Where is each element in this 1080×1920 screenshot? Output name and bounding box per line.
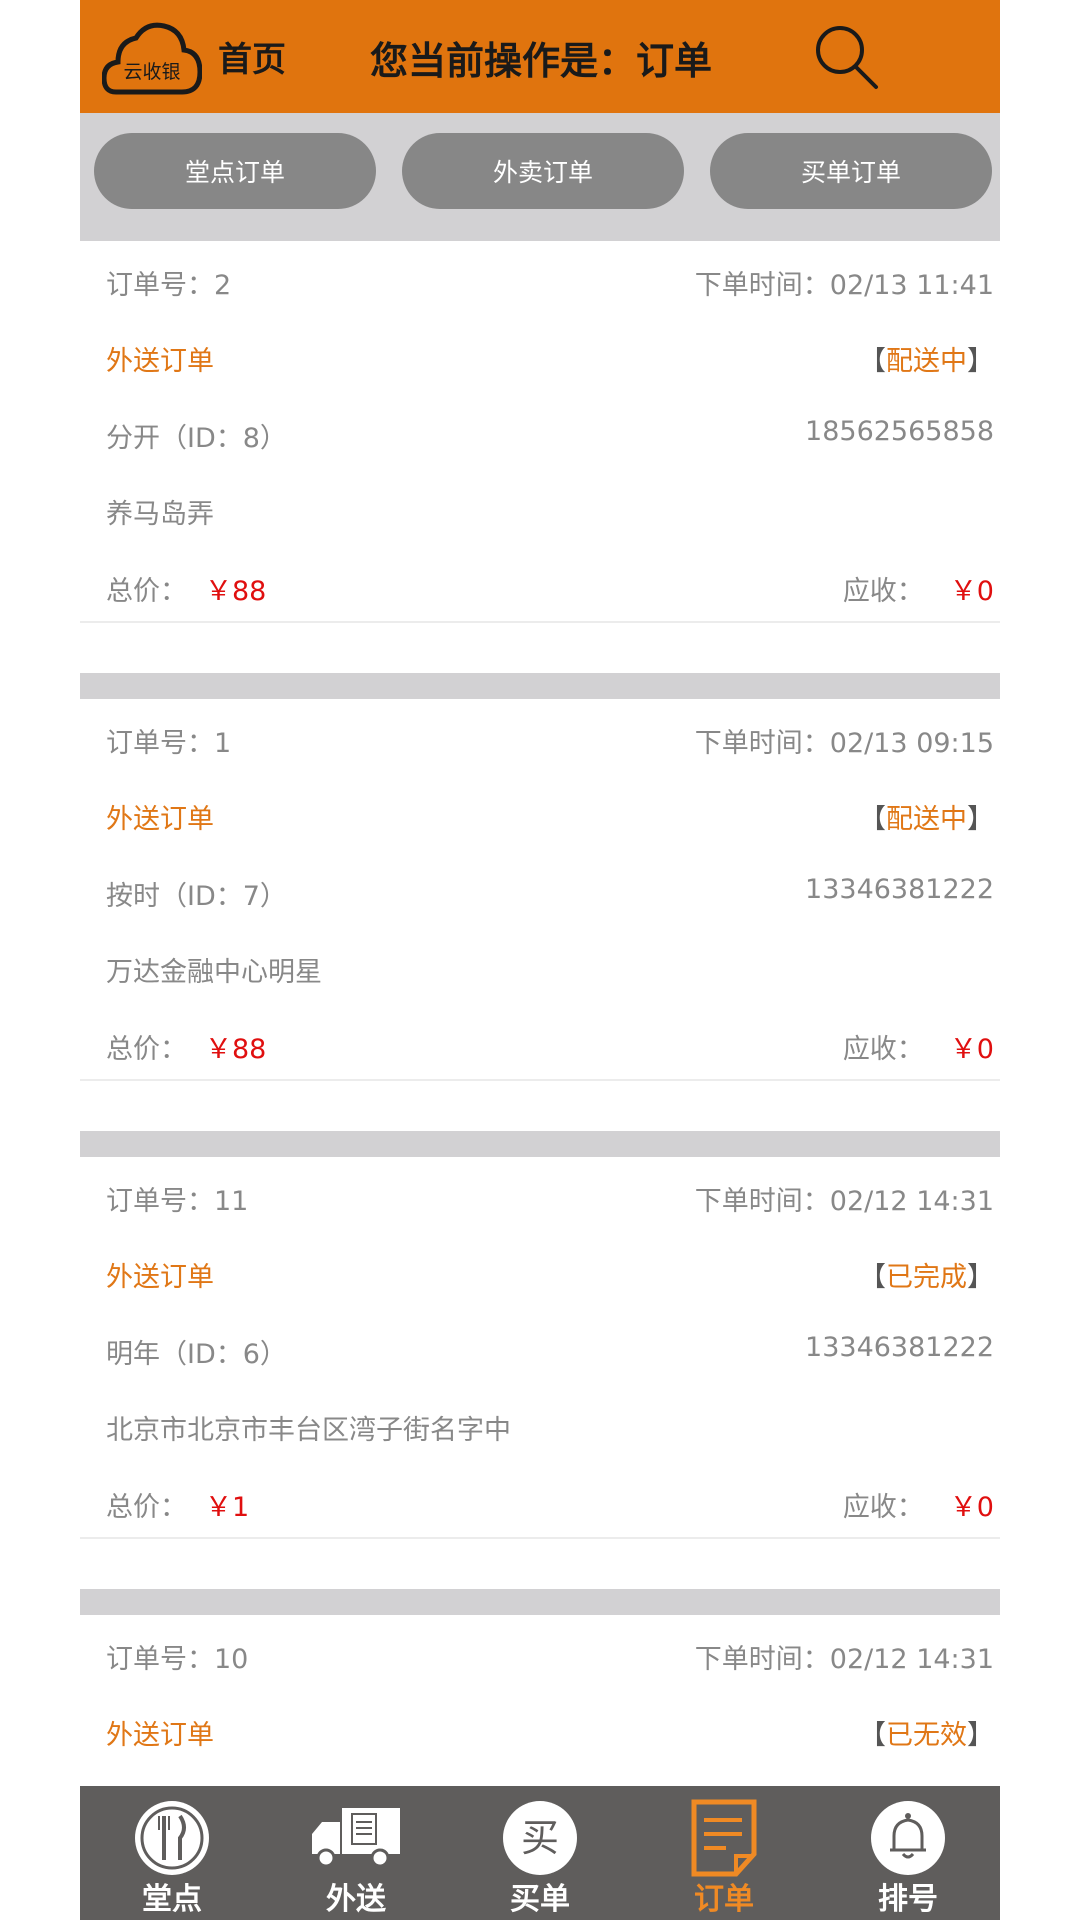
page-title: 您当前操作是：订单 xyxy=(370,39,713,83)
order-card[interactable]: 订单号：11 下单时间：02/12 14:31 外送订单 【已完成】 明年（ID… xyxy=(80,1157,1000,1539)
customer-phone: 18562565858 xyxy=(805,416,994,447)
order-list: 订单号：2 下单时间：02/13 11:41 外送订单 【配送中】 分开（ID：… xyxy=(80,241,1000,1920)
bottom-nav: 堂点 外送 买 买单 订单 排号 xyxy=(80,1786,1000,1920)
customer-phone: 13346381222 xyxy=(805,1332,994,1363)
fork-knife-icon xyxy=(132,1798,212,1878)
status-badge: 【配送中】 xyxy=(859,346,994,377)
order-type: 外送订单 xyxy=(106,1720,214,1751)
delivery-address: 北京市北京市丰台区湾子街名字中 xyxy=(106,1415,511,1446)
tab-takeout-orders[interactable]: 外卖订单 xyxy=(402,133,684,209)
order-card[interactable]: 订单号：1 下单时间：02/13 09:15 外送订单 【配送中】 按时（ID：… xyxy=(80,699,1000,1081)
total-price: 总价： ￥88 xyxy=(106,1034,267,1065)
nav-orders[interactable]: 订单 xyxy=(632,1786,816,1920)
order-type-tabs: 堂点订单 外卖订单 买单订单 xyxy=(80,113,1000,241)
svg-text:买: 买 xyxy=(521,1816,559,1860)
status-badge: 【配送中】 xyxy=(859,804,994,835)
order-number: 订单号：11 xyxy=(106,1186,249,1217)
order-card[interactable]: 订单号：2 下单时间：02/13 11:41 外送订单 【配送中】 分开（ID：… xyxy=(80,241,1000,623)
nav-label: 堂点 xyxy=(142,1882,202,1917)
card-gap xyxy=(80,1081,1000,1131)
search-icon[interactable] xyxy=(810,22,882,94)
delivery-address: 万达金融中心明星 xyxy=(106,957,322,988)
card-gap xyxy=(80,623,1000,673)
page: 云收银 首页 您当前操作是：订单 堂点订单 外卖订单 买单订单 订单号：2 下单… xyxy=(0,0,1080,1920)
nav-buy[interactable]: 买 买单 xyxy=(448,1786,632,1920)
customer-phone: 13346381222 xyxy=(805,874,994,905)
status-badge: 【已无效】 xyxy=(859,1720,994,1751)
buy-icon: 买 xyxy=(500,1798,580,1878)
total-price: 总价： ￥88 xyxy=(106,576,267,607)
order-number: 订单号：2 xyxy=(106,270,232,301)
total-price: 总价： ￥1 xyxy=(106,1492,250,1523)
nav-label: 订单 xyxy=(694,1882,754,1917)
order-time: 下单时间：02/12 14:31 xyxy=(694,1644,994,1675)
card-divider xyxy=(80,1589,1000,1615)
order-number: 订单号：1 xyxy=(106,728,232,759)
nav-label: 排号 xyxy=(878,1882,938,1917)
customer-name: 分开（ID：8） xyxy=(106,423,287,454)
order-type: 外送订单 xyxy=(106,804,214,835)
app-screen: 云收银 首页 您当前操作是：订单 堂点订单 外卖订单 买单订单 订单号：2 下单… xyxy=(80,0,1000,1920)
order-time: 下单时间：02/13 09:15 xyxy=(694,728,994,759)
right-margin xyxy=(1000,0,1080,1920)
card-divider xyxy=(80,1131,1000,1157)
order-type: 外送订单 xyxy=(106,346,214,377)
receivable-amount: 应收： ￥0 xyxy=(842,1034,994,1065)
tab-checkout-orders[interactable]: 买单订单 xyxy=(710,133,992,209)
home-link[interactable]: 首页 xyxy=(218,32,286,81)
nav-queue-number[interactable]: 排号 xyxy=(816,1786,1000,1920)
order-number: 订单号：10 xyxy=(106,1644,249,1675)
nav-label: 买单 xyxy=(510,1882,570,1917)
order-type: 外送订单 xyxy=(106,1262,214,1293)
bell-icon xyxy=(868,1798,948,1878)
order-document-icon xyxy=(684,1798,764,1878)
cloud-logo-icon[interactable]: 云收银 xyxy=(101,20,203,98)
order-time: 下单时间：02/13 11:41 xyxy=(694,270,994,301)
order-time: 下单时间：02/12 14:31 xyxy=(694,1186,994,1217)
tab-dine-in-orders[interactable]: 堂点订单 xyxy=(94,133,376,209)
delivery-address: 养马岛弄 xyxy=(106,499,214,530)
top-header: 云收银 首页 您当前操作是：订单 xyxy=(80,0,1000,113)
left-margin xyxy=(0,0,80,1920)
receivable-amount: 应收： ￥0 xyxy=(842,576,994,607)
customer-name: 按时（ID：7） xyxy=(106,881,287,912)
nav-label: 外送 xyxy=(326,1882,386,1917)
svg-text:云收银: 云收银 xyxy=(123,61,180,83)
receivable-amount: 应收： ￥0 xyxy=(842,1492,994,1523)
delivery-truck-icon xyxy=(312,1798,400,1878)
card-divider xyxy=(80,673,1000,699)
card-gap xyxy=(80,1539,1000,1589)
nav-delivery[interactable]: 外送 xyxy=(264,1786,448,1920)
customer-name: 明年（ID：6） xyxy=(106,1339,287,1370)
status-badge: 【已完成】 xyxy=(859,1262,994,1293)
nav-dine-in[interactable]: 堂点 xyxy=(80,1786,264,1920)
